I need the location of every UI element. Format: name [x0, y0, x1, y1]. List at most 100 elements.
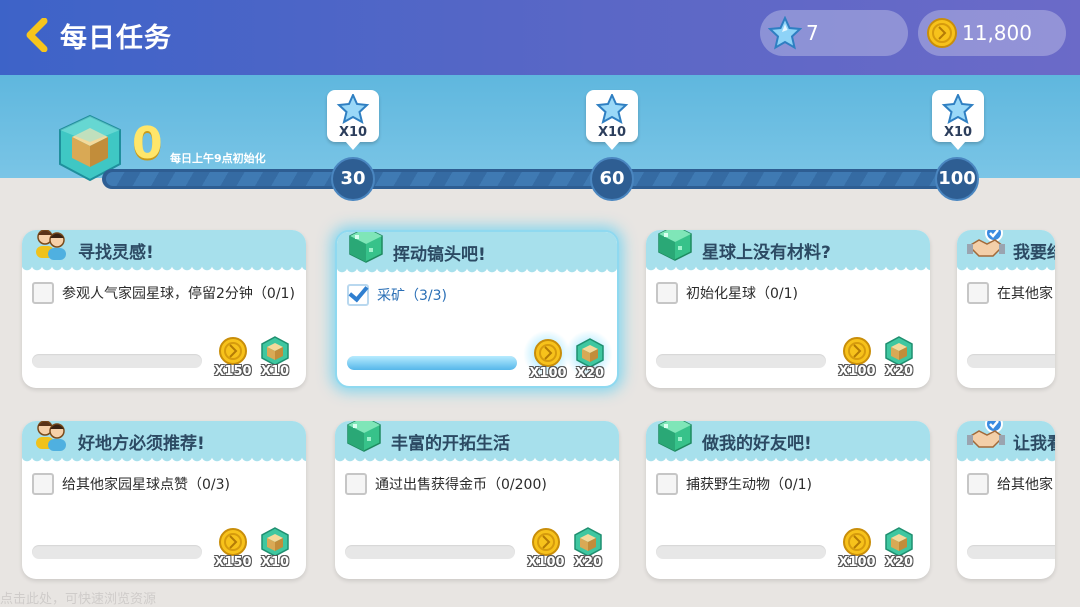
milestone-node-30: 30 — [331, 157, 375, 201]
task-text: 通过出售获得金币（0/200) — [375, 477, 547, 493]
task-row: 给其他家园星球点赞（0/3) — [32, 473, 230, 495]
cube-reward-qty: X20 — [884, 555, 914, 570]
task-progress-bar — [967, 354, 1055, 368]
card-title: 让我看 — [1013, 434, 1055, 454]
task-progress-bar — [347, 356, 517, 370]
task-progress-bar — [656, 354, 826, 368]
task-text: 采矿（3/3) — [377, 288, 447, 304]
page-title: 每日任务 — [60, 23, 172, 54]
task-progress-bar — [345, 545, 515, 559]
coin-reward: X100 — [527, 527, 565, 577]
task-card[interactable]: 让我看给其他家 — [957, 421, 1055, 579]
card-title: 好地方必须推荐! — [78, 434, 205, 454]
coin-count: 11,800 — [962, 21, 1032, 45]
cube-reward-qty: X20 — [575, 366, 605, 381]
milestone-node-100: 100 — [935, 157, 979, 201]
cube-reward-qty: X10 — [260, 555, 290, 570]
cube-reward: X20 — [571, 338, 609, 386]
green-cube-icon — [656, 421, 694, 453]
star-gem-icon — [941, 94, 975, 124]
coin-reward: X100 — [838, 527, 876, 577]
milestone-reward-qty: X10 — [338, 125, 368, 140]
task-progress-bar — [967, 545, 1055, 559]
handshake-icon — [967, 421, 1005, 453]
task-row: 给其他家 — [967, 473, 1053, 495]
task-text: 在其他家 — [997, 286, 1053, 302]
task-checkbox[interactable] — [967, 282, 989, 304]
task-text: 给其他家 — [997, 477, 1053, 493]
task-text: 给其他家园星球点赞（0/3) — [62, 477, 230, 493]
footer-hint: 点击此处，可快速浏览资源 — [0, 592, 157, 607]
task-row: 采矿（3/3) — [347, 284, 447, 306]
task-text: 初始化星球（0/1) — [686, 286, 798, 302]
cube-reward-qty: X10 — [260, 364, 290, 379]
milestone-reward-60[interactable]: X10 — [586, 90, 638, 150]
task-progress-bar — [32, 545, 202, 559]
task-progress-bar — [32, 354, 202, 368]
task-checkbox[interactable] — [345, 473, 367, 495]
milestone-reward-30[interactable]: X10 — [327, 90, 379, 150]
task-card[interactable]: 做我的好友吧! 捕获野生动物（0/1) X100 X20 — [646, 421, 930, 579]
coin-reward: X100 — [838, 336, 876, 386]
task-text: 捕获野生动物（0/1) — [686, 477, 812, 493]
star-gem-icon — [595, 94, 629, 124]
task-row: 在其他家 — [967, 282, 1053, 304]
task-checkbox[interactable] — [32, 282, 54, 304]
star-gem-icon — [336, 94, 370, 124]
cube-reward: X20 — [569, 527, 607, 577]
gem-balance[interactable]: 7 — [760, 10, 908, 56]
people-icon — [32, 421, 70, 453]
task-card[interactable]: 丰富的开拓生活通过出售获得金币（0/200) X100 X20 — [335, 421, 619, 579]
task-progress-fill — [347, 356, 517, 370]
task-text: 参观人气家园星球，停留2分钟（0/1) — [62, 286, 295, 302]
handshake-icon — [967, 230, 1005, 262]
gem-count: 7 — [806, 21, 819, 45]
activity-score: 0 — [132, 118, 163, 169]
milestone-reward-qty: X10 — [597, 125, 627, 140]
task-checkbox[interactable] — [656, 473, 678, 495]
star-gem-icon — [768, 16, 802, 50]
coin-reward: X100 — [529, 338, 567, 386]
card-title: 做我的好友吧! — [702, 434, 812, 454]
green-cube-icon — [347, 232, 385, 264]
task-card[interactable]: 星球上没有材料? 初始化星球（0/1) X100 X20 — [646, 230, 930, 388]
task-row: 参观人气家园星球，停留2分钟（0/1) — [32, 282, 295, 304]
task-progress-bar — [656, 545, 826, 559]
cube-reward-qty: X20 — [884, 364, 914, 379]
milestone-reward-100[interactable]: X10 — [932, 90, 984, 150]
cube-reward: X20 — [880, 527, 918, 577]
card-title: 星球上没有材料? — [702, 243, 831, 263]
cube-reward: X10 — [256, 336, 294, 386]
card-title: 寻找灵感! — [78, 243, 154, 263]
green-cube-icon — [345, 421, 383, 453]
back-arrow-icon[interactable] — [22, 18, 52, 52]
coin-icon — [927, 18, 957, 48]
task-row: 初始化星球（0/1) — [656, 282, 798, 304]
cube-reward: X10 — [256, 527, 294, 577]
coin-reward: X150 — [214, 336, 252, 386]
card-title: 我要结 — [1013, 243, 1055, 263]
card-title: 挥动镐头吧! — [393, 245, 486, 265]
people-icon — [32, 230, 70, 262]
milestone-reward-qty: X10 — [943, 125, 973, 140]
cube-reward-qty: X20 — [573, 555, 603, 570]
task-checkbox[interactable] — [656, 282, 678, 304]
green-cube-icon — [656, 230, 694, 262]
reset-note: 每日上午9点初始化 — [170, 152, 266, 165]
task-row: 捕获野生动物（0/1) — [656, 473, 812, 495]
coin-reward: X150 — [214, 527, 252, 577]
task-row: 通过出售获得金币（0/200) — [345, 473, 547, 495]
cube-reward: X20 — [880, 336, 918, 386]
milestone-node-60: 60 — [590, 157, 634, 201]
activity-progress-track — [102, 169, 970, 189]
coin-balance[interactable]: 11,800 — [918, 10, 1066, 56]
card-title: 丰富的开拓生活 — [391, 434, 510, 454]
task-card[interactable]: 好地方必须推荐! 给其他家园星球点赞（0/3) X150 X10 — [22, 421, 306, 579]
task-card[interactable]: 挥动镐头吧! 采矿（3/3) X100 X20 — [335, 230, 619, 388]
task-card[interactable]: 我要结在其他家 — [957, 230, 1055, 388]
task-checkbox[interactable] — [347, 284, 369, 306]
task-card[interactable]: 寻找灵感! 参观人气家园星球，停留2分钟（0/1) X150 X10 — [22, 230, 306, 388]
task-checkbox[interactable] — [967, 473, 989, 495]
task-checkbox[interactable] — [32, 473, 54, 495]
top-bar: 每日任务 7 11,800 — [0, 0, 1080, 75]
